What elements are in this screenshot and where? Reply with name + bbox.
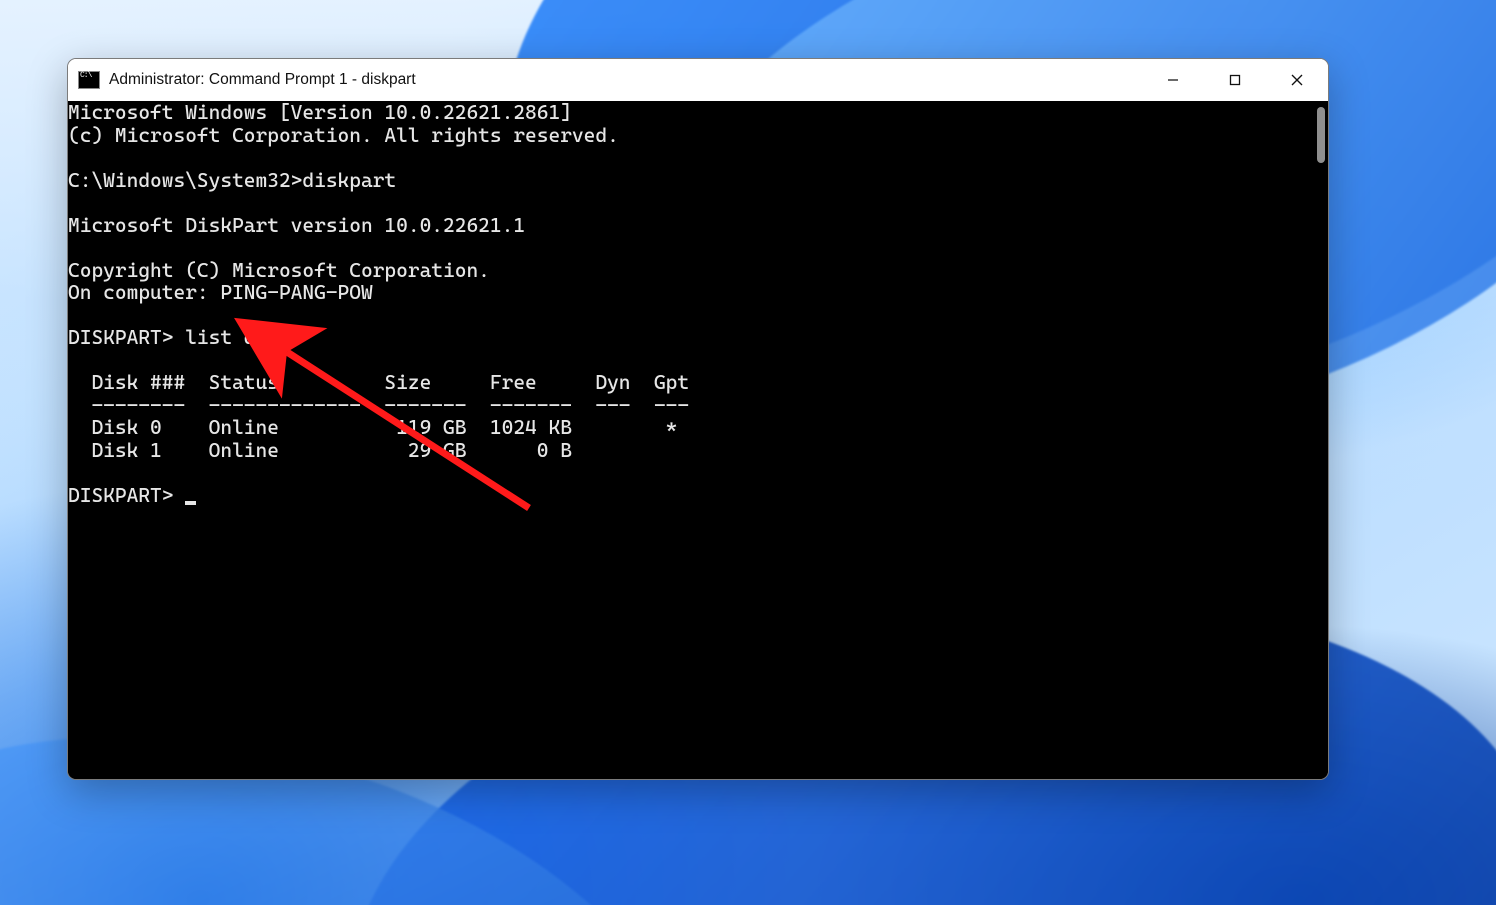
diskpart-prompt: DISKPART> [68,483,173,507]
diskpart-prompt: DISKPART> [68,325,173,349]
maximize-icon [1229,74,1241,86]
titlebar[interactable]: Administrator: Command Prompt 1 - diskpa… [68,59,1328,101]
scrollbar-track[interactable] [1309,101,1328,779]
os-version-line: Microsoft Windows [Version 10.0.22621.28… [68,101,572,124]
shell-prompt: C:\Windows\System32> [68,168,302,192]
maximize-button[interactable] [1204,59,1266,101]
command-prompt-window: Administrator: Command Prompt 1 - diskpa… [67,58,1329,780]
diskpart-command: list disk [185,325,290,349]
copyright-line: (c) Microsoft Corporation. All rights re… [68,123,619,147]
close-button[interactable] [1266,59,1328,101]
terminal-output[interactable]: Microsoft Windows [Version 10.0.22621.28… [68,101,1309,779]
minimize-button[interactable] [1142,59,1204,101]
desktop-wallpaper: Administrator: Command Prompt 1 - diskpa… [0,0,1496,905]
shell-command: diskpart [302,168,396,192]
window-title: Administrator: Command Prompt 1 - diskpa… [109,71,416,89]
diskpart-computer: On computer: PING-PANG-POW [68,280,373,304]
window-controls [1142,59,1328,101]
table-row: Disk 1 Online 29 GB 0 B [68,438,572,462]
close-icon [1291,74,1303,86]
disk-table-header: Disk ### Status Size Free Dyn Gpt [68,370,689,394]
window-client-area: Microsoft Windows [Version 10.0.22621.28… [68,101,1328,779]
diskpart-version: Microsoft DiskPart version 10.0.22621.1 [68,213,525,237]
minimize-icon [1167,74,1179,86]
disk-table-divider: -------- ------------- ------- ------- -… [68,393,689,417]
diskpart-copyright: Copyright (C) Microsoft Corporation. [68,258,490,282]
cmd-icon [78,71,100,89]
table-row: Disk 0 Online 119 GB 1024 KB * [68,415,677,439]
scrollbar-thumb[interactable] [1317,107,1325,163]
terminal-cursor [185,501,196,505]
